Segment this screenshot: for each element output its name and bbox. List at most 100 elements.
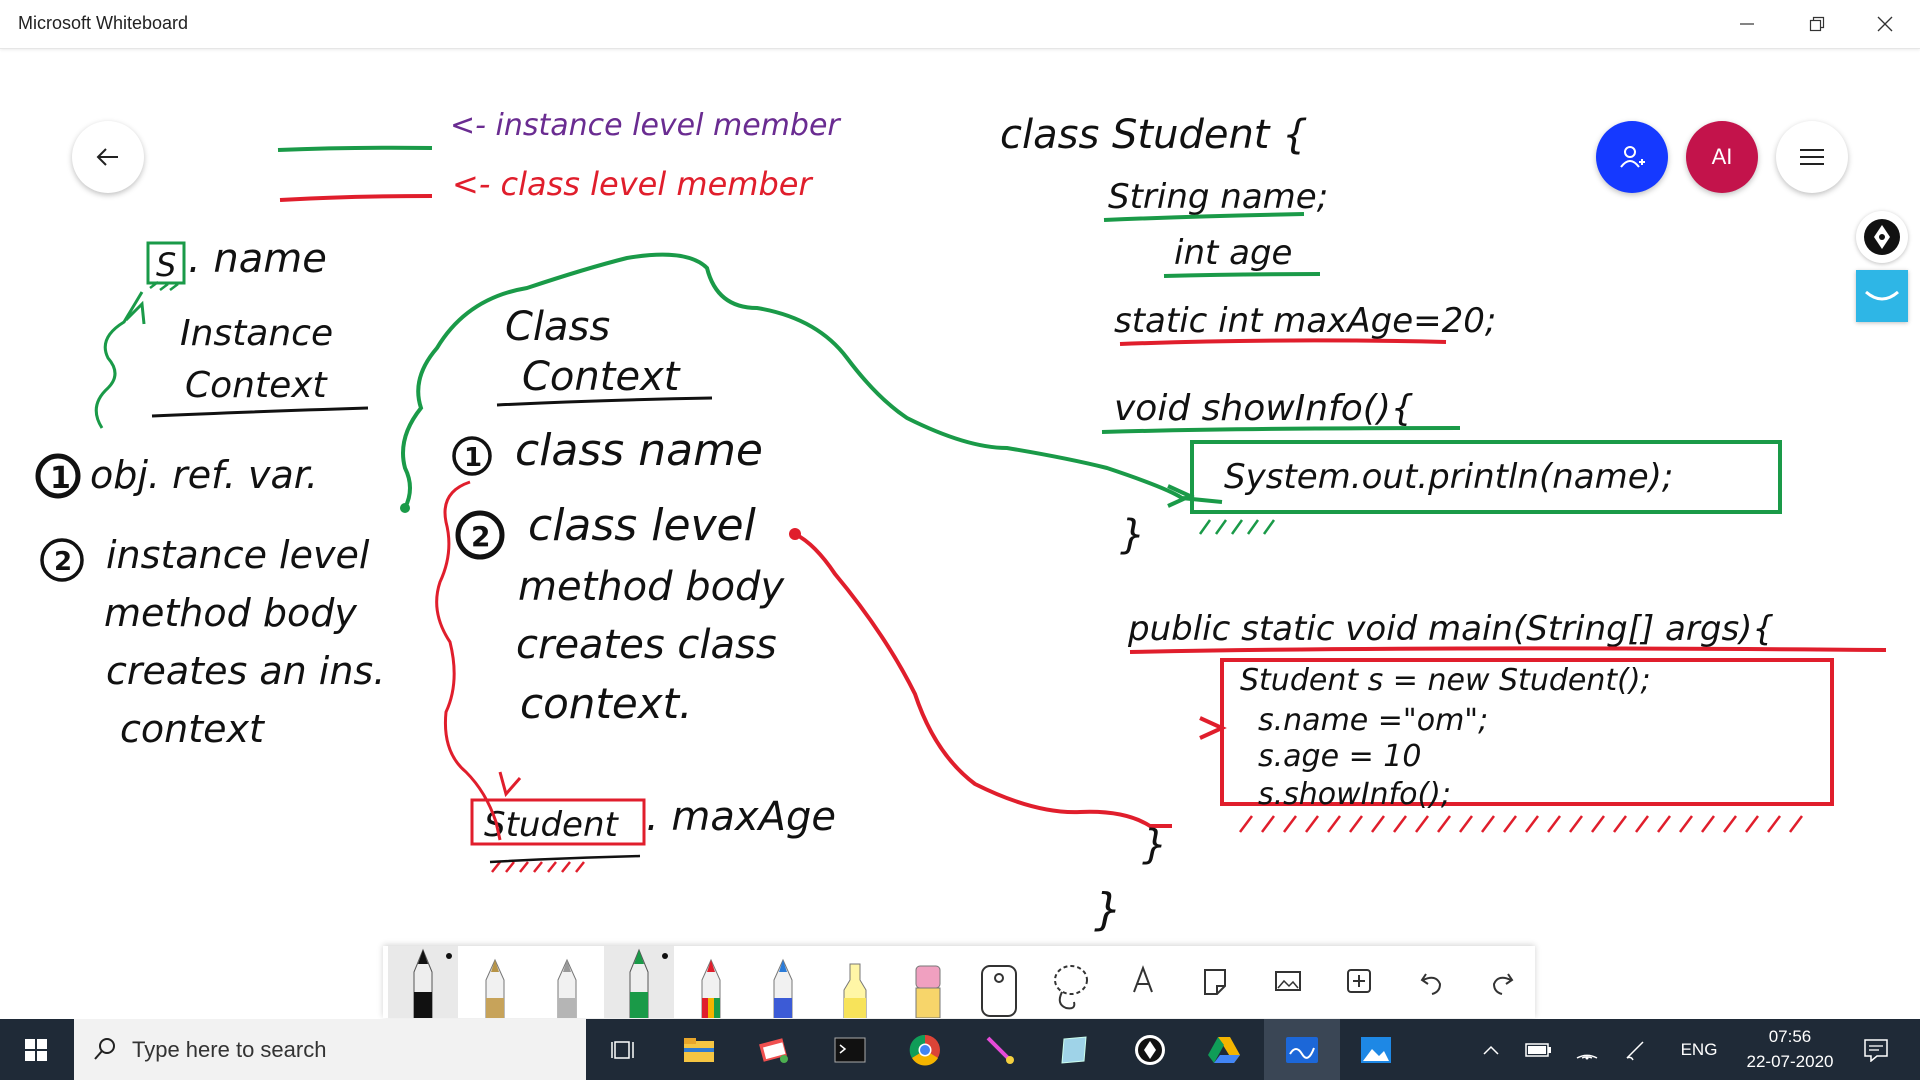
main-hatch: [1239, 815, 1803, 833]
galaxy-pen-icon: [773, 958, 793, 1019]
title-bar: Microsoft Whiteboard: [0, 0, 1920, 49]
gold-pen-icon: [485, 958, 505, 1019]
notepad-icon: [1061, 1035, 1087, 1064]
ruler-tool[interactable]: [964, 946, 1034, 1018]
note-icon: [1204, 969, 1226, 995]
invite-button[interactable]: [1596, 121, 1668, 193]
search-icon: [94, 1038, 115, 1060]
ink-beautify-button[interactable]: [1856, 270, 1908, 322]
restore-icon: [1809, 16, 1825, 32]
ink-pen-icon: [1135, 1034, 1165, 1065]
silver-pen-tool[interactable]: [532, 946, 602, 1019]
restore-button[interactable]: [1782, 0, 1852, 48]
terminal-app[interactable]: [814, 1019, 886, 1080]
photos-app[interactable]: [1340, 1019, 1412, 1080]
language-indicator[interactable]: ENG: [1664, 1019, 1734, 1080]
mid-item2-line3: creates class: [516, 622, 777, 668]
search-placeholder: Type here to search: [132, 1037, 327, 1062]
green-pen-tool[interactable]: [604, 946, 674, 1019]
chrome-app[interactable]: [889, 1019, 961, 1080]
s-name-text: . name: [188, 236, 327, 282]
silver-pen-icon: [557, 958, 577, 1019]
class-context-line2: Context: [522, 354, 681, 400]
inking-toolbar: [383, 946, 1538, 1019]
folder-icon: [684, 1037, 714, 1062]
galaxy-pen-tool[interactable]: [748, 946, 818, 1019]
gold-pen-tool[interactable]: [460, 946, 530, 1019]
user-avatar[interactable]: AI: [1686, 121, 1758, 193]
wifi-button[interactable]: [1562, 1019, 1612, 1080]
add-tool[interactable]: [1324, 946, 1394, 1018]
whiteboard-app[interactable]: [1264, 1019, 1340, 1080]
instance-context-line1: Instance: [180, 313, 333, 354]
sticky-notes-app[interactable]: [1038, 1019, 1110, 1080]
student-box-text: Student: [484, 805, 620, 845]
ink-layer: <- instance level member <- class level …: [35, 108, 1887, 935]
taskbar-search-box[interactable]: Type here to search: [74, 1019, 586, 1080]
pen-workspace-button[interactable]: [1610, 1019, 1660, 1080]
file-explorer-app[interactable]: [663, 1019, 735, 1080]
code-age-underline: [1163, 272, 1321, 278]
tray-overflow-button[interactable]: [1466, 1019, 1516, 1080]
image-icon: [1275, 971, 1301, 991]
lasso-icon: [1054, 965, 1088, 1010]
whiteboard-canvas[interactable]: <- instance level member <- class level …: [0, 49, 1920, 1019]
note-tool[interactable]: [1180, 946, 1250, 1018]
undo-tool[interactable]: [1396, 946, 1466, 1018]
highlighter-icon: [843, 963, 867, 1019]
battery-button[interactable]: [1514, 1019, 1564, 1080]
terminal-icon: [834, 1037, 866, 1062]
paint-app[interactable]: [739, 1019, 811, 1080]
mid-item2-num: 2: [471, 520, 490, 553]
start-button[interactable]: [0, 1019, 72, 1080]
magic-wand-icon: [986, 1036, 1014, 1064]
image-tool[interactable]: [1252, 946, 1322, 1018]
redo-icon: [1492, 973, 1514, 995]
back-arrow-icon: [96, 148, 118, 166]
item1-text: obj. ref. var.: [90, 453, 318, 497]
back-button[interactable]: [72, 121, 144, 193]
task-view-button[interactable]: [588, 1019, 660, 1080]
item1-num: 1: [50, 461, 71, 496]
lasso-tool[interactable]: [1036, 946, 1106, 1018]
instance-context-line2: Context: [185, 365, 329, 406]
add-icon: [1347, 969, 1371, 993]
code-close2: }: [1142, 822, 1167, 868]
pen-settings-button[interactable]: [1856, 211, 1908, 263]
ruler-icon: [981, 965, 1017, 1017]
windows-icon: [25, 1038, 47, 1061]
code-setname-line: s.name ="om";: [1258, 703, 1488, 738]
ink-app[interactable]: [1114, 1019, 1186, 1080]
redo-tool[interactable]: [1468, 946, 1538, 1018]
green-arrow-start-dot: [400, 503, 410, 513]
legend-instance-label: <- instance level member: [450, 108, 841, 143]
println-hatch: [1198, 519, 1276, 535]
clock[interactable]: 07:56 22-07-2020: [1736, 1019, 1844, 1080]
text-tool[interactable]: [1108, 946, 1178, 1018]
pencil-app[interactable]: [964, 1019, 1036, 1080]
highlighter-tool[interactable]: [820, 946, 890, 1019]
class-context-line1: Class: [505, 304, 610, 350]
wifi-icon: [1576, 1054, 1598, 1059]
red-arrow-start-dot: [789, 528, 801, 540]
code-showinfo-line: void showInfo(){: [1114, 388, 1414, 429]
notifications-button[interactable]: [1846, 1019, 1906, 1080]
rainbow-pen-tool[interactable]: [676, 946, 746, 1019]
code-close1: }: [1120, 512, 1145, 558]
minimize-icon: [1740, 23, 1754, 25]
red-context-arrow: [794, 532, 1172, 828]
menu-button[interactable]: [1776, 121, 1848, 193]
minimize-button[interactable]: [1712, 0, 1782, 48]
code-static-underline: [1119, 338, 1447, 346]
google-drive-app[interactable]: [1188, 1019, 1260, 1080]
student-maxage-text: . maxAge: [646, 794, 836, 840]
eraser-tool[interactable]: [892, 946, 962, 1019]
hamburger-icon: [1800, 149, 1824, 165]
black-pen-tool[interactable]: [388, 946, 458, 1019]
code-println-line: System.out.println(name);: [1224, 457, 1673, 497]
mid-item2-line2: method body: [518, 564, 785, 610]
close-button[interactable]: [1850, 0, 1920, 48]
mid-item1-num: 1: [464, 443, 482, 473]
undo-icon: [1420, 973, 1442, 995]
smile-curve-icon: [1865, 290, 1899, 301]
